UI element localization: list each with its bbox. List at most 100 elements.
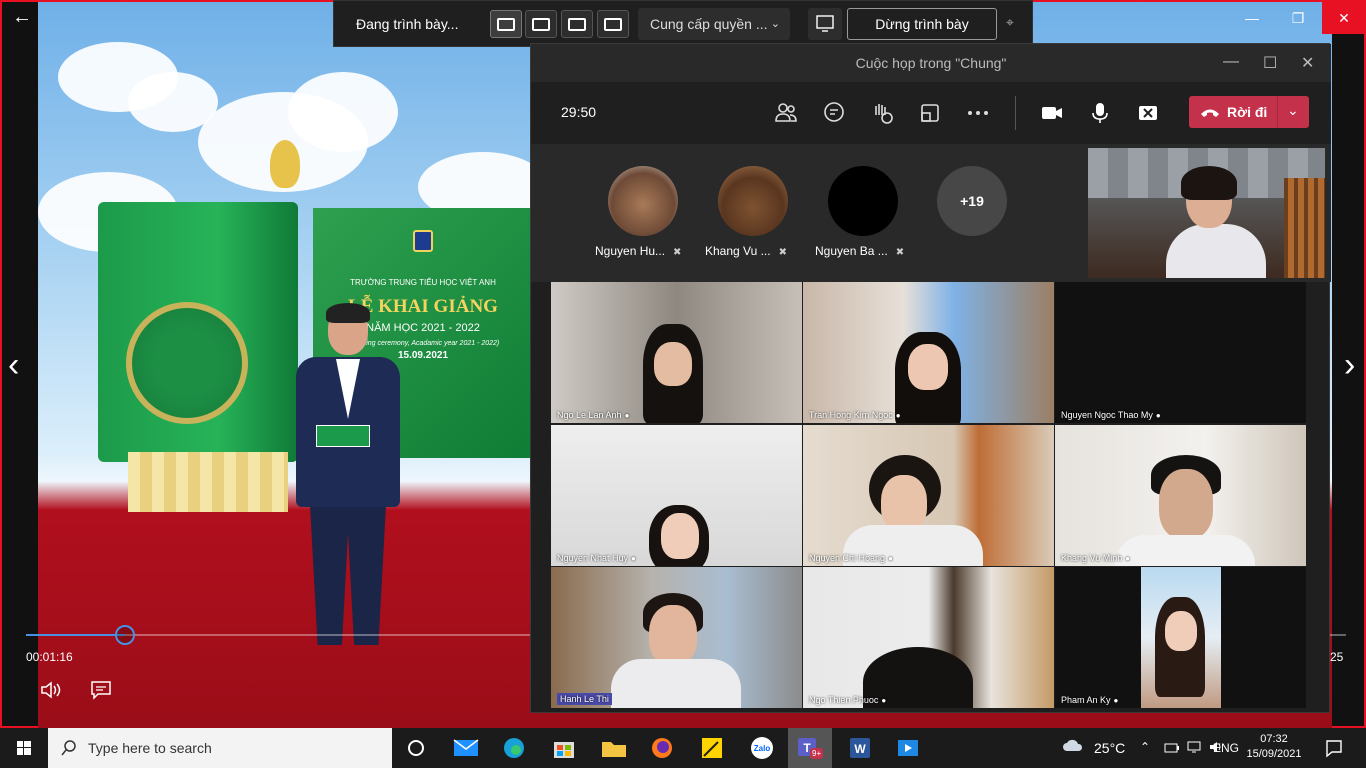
seek-thumb[interactable] [115, 625, 135, 645]
board-school: TRƯỜNG TRUNG TIỂU HỌC VIỆT ANH [350, 278, 496, 287]
edge-icon[interactable] [494, 732, 534, 764]
rooms-icon[interactable] [917, 100, 943, 126]
meeting-controls: 29:50 Rời đi ⌄ [531, 82, 1331, 144]
taskbar-clock[interactable]: 07:32 15/09/2021 [1246, 732, 1302, 762]
firefox-icon[interactable] [642, 732, 682, 764]
roster-name: Nguyen Ba ... ✖ [815, 244, 905, 258]
avatar[interactable] [718, 166, 788, 236]
video-tile[interactable]: Tran Hong Kim Ngoc ● [803, 282, 1054, 423]
language-indicator[interactable]: ENG [1213, 741, 1239, 768]
avatar[interactable] [828, 166, 898, 236]
clock-date: 15/09/2021 [1246, 748, 1302, 760]
participant-name: Nguyen Nhat Huy ● [557, 553, 636, 563]
participant-name: Ngo Le Lan Anh ● [557, 410, 630, 420]
word-icon[interactable]: W [840, 732, 880, 764]
video-tile[interactable]: Nguyen Ngoc Thao My ● [1055, 282, 1306, 423]
muted-mic-icon: ✖ [673, 247, 682, 258]
sticky-notes-icon[interactable] [692, 732, 732, 764]
task-view-icon[interactable] [396, 732, 436, 764]
video-tile[interactable]: Nguyen Chi Hoang ● [803, 425, 1054, 566]
teams-badge: 9+ [810, 748, 824, 759]
stop-sharing-icon[interactable] [1135, 100, 1161, 126]
layout-side-by-side-button[interactable] [561, 10, 593, 38]
book-decoration [98, 202, 298, 512]
teams-app-button[interactable]: T 9+ [788, 728, 832, 768]
zalo-icon[interactable]: Zalo [742, 732, 782, 764]
mic-icon: ● [1113, 696, 1119, 705]
leave-label: Rời đi [1227, 104, 1268, 120]
share-audio-button[interactable] [808, 8, 842, 40]
meeting-titlebar: Cuộc họp trong "Chung" — ☐ ✕ [531, 44, 1331, 82]
volume-icon[interactable] [40, 680, 62, 700]
network-icon[interactable] [1186, 740, 1202, 754]
store-icon[interactable] [544, 732, 584, 764]
pin-icon[interactable]: ⌖ [1006, 14, 1014, 31]
microphone-icon[interactable] [1087, 100, 1113, 126]
mic-icon: ● [624, 411, 630, 420]
roster-name: Khang Vu ... ✖ [705, 244, 787, 258]
participant-name: Nguyen Chi Hoang ● [809, 553, 893, 563]
taskbar-search[interactable]: Type here to search [48, 728, 392, 768]
give-control-dropdown[interactable]: Cung cấp quyền ... ⌄ [638, 8, 790, 40]
weather-temp[interactable]: 25°C [1094, 740, 1125, 768]
meeting-maximize-button[interactable]: ☐ [1263, 53, 1277, 73]
mic-icon: ● [888, 554, 893, 563]
video-tile[interactable]: Ngo Le Lan Anh ● [551, 282, 802, 423]
video-tile[interactable]: Nguyen Nhat Huy ● [551, 425, 802, 566]
self-video[interactable] [1088, 148, 1325, 278]
mic-icon: ● [895, 411, 901, 420]
chat-icon[interactable] [821, 100, 847, 126]
video-tile[interactable]: Khang Vu Minh ● [1055, 425, 1306, 566]
camera-icon[interactable] [1039, 100, 1065, 126]
previous-arrow-icon[interactable]: ‹ [8, 348, 19, 382]
participant-strip: Nguyen Hu... ✖ Khang Vu ... ✖ Nguyen Ba ..… [531, 144, 1331, 282]
battery-icon[interactable] [1164, 741, 1180, 755]
layout-content-only-button[interactable] [490, 10, 522, 38]
screen: TRƯỜNG TRUNG TIỂU HỌC VIỆT ANH LỄ KHAI G… [0, 0, 1366, 768]
movies-tv-icon[interactable] [888, 732, 928, 764]
taskbar: Type here to search Zalo T 9+ W 25°C ⌃ E… [0, 728, 1366, 768]
stop-presenting-button[interactable]: Dừng trình bày [847, 8, 997, 40]
video-tile[interactable]: Ngo Thien Phuoc ● [803, 567, 1054, 708]
presenting-status: Đang trình bày... [356, 16, 459, 32]
participant-name: Pham An Ky ● [1061, 695, 1119, 705]
meeting-close-button[interactable]: ✕ [1301, 53, 1314, 73]
roster-name: Nguyen Hu... ✖ [595, 244, 682, 258]
give-control-label: Cung cấp quyền ... [650, 16, 768, 32]
weather-cloud-icon[interactable] [1062, 736, 1086, 758]
restore-button[interactable]: ❐ [1276, 2, 1320, 34]
participants-icon[interactable] [773, 100, 799, 126]
participant-name: Tran Hong Kim Ngoc ● [809, 410, 901, 420]
muted-mic-icon: ✖ [778, 247, 787, 258]
mail-icon[interactable] [446, 732, 486, 764]
video-grid: Ngo Le Lan Anh ● Tran Hong Kim Ngoc ● Nguy… [535, 282, 1327, 712]
more-options-icon[interactable] [965, 100, 991, 126]
captions-icon[interactable] [90, 680, 112, 700]
file-explorer-icon[interactable] [594, 732, 634, 764]
layout-standout-button[interactable] [525, 10, 557, 38]
presenter-toolbar: Đang trình bày... Cung cấp quyền ... ⌄ D… [333, 0, 1033, 47]
notification-icon[interactable] [1324, 738, 1344, 758]
layout-reporter-button[interactable] [597, 10, 629, 38]
svg-text:Zalo: Zalo [754, 744, 771, 753]
back-arrow-icon[interactable]: ← [12, 6, 32, 29]
leave-chevron-icon[interactable]: ⌄ [1287, 102, 1299, 119]
participant-name: Nguyen Ngoc Thao My ● [1061, 410, 1161, 420]
next-arrow-icon[interactable]: › [1344, 348, 1355, 382]
close-button[interactable]: ✕ [1322, 2, 1366, 34]
more-participants-button[interactable]: +19 [937, 166, 1007, 236]
video-tile[interactable]: Hanh Le Thi [551, 567, 802, 708]
minimize-button[interactable]: — [1230, 2, 1274, 34]
video-tile[interactable]: Pham An Ky ● [1055, 567, 1306, 708]
school-logo-icon [413, 230, 433, 252]
participant-name: Ngo Thien Phuoc ● [809, 695, 887, 705]
chevron-up-icon[interactable]: ⌃ [1140, 740, 1150, 768]
muted-mic-icon: ✖ [895, 247, 905, 258]
windows-start-icon[interactable] [0, 728, 48, 768]
reactions-icon[interactable] [869, 100, 895, 126]
leave-button[interactable]: Rời đi ⌄ [1189, 96, 1309, 128]
mic-icon: ● [631, 554, 636, 563]
presenter-figure [288, 303, 408, 652]
meeting-minimize-button[interactable]: — [1223, 53, 1239, 71]
avatar[interactable] [608, 166, 678, 236]
